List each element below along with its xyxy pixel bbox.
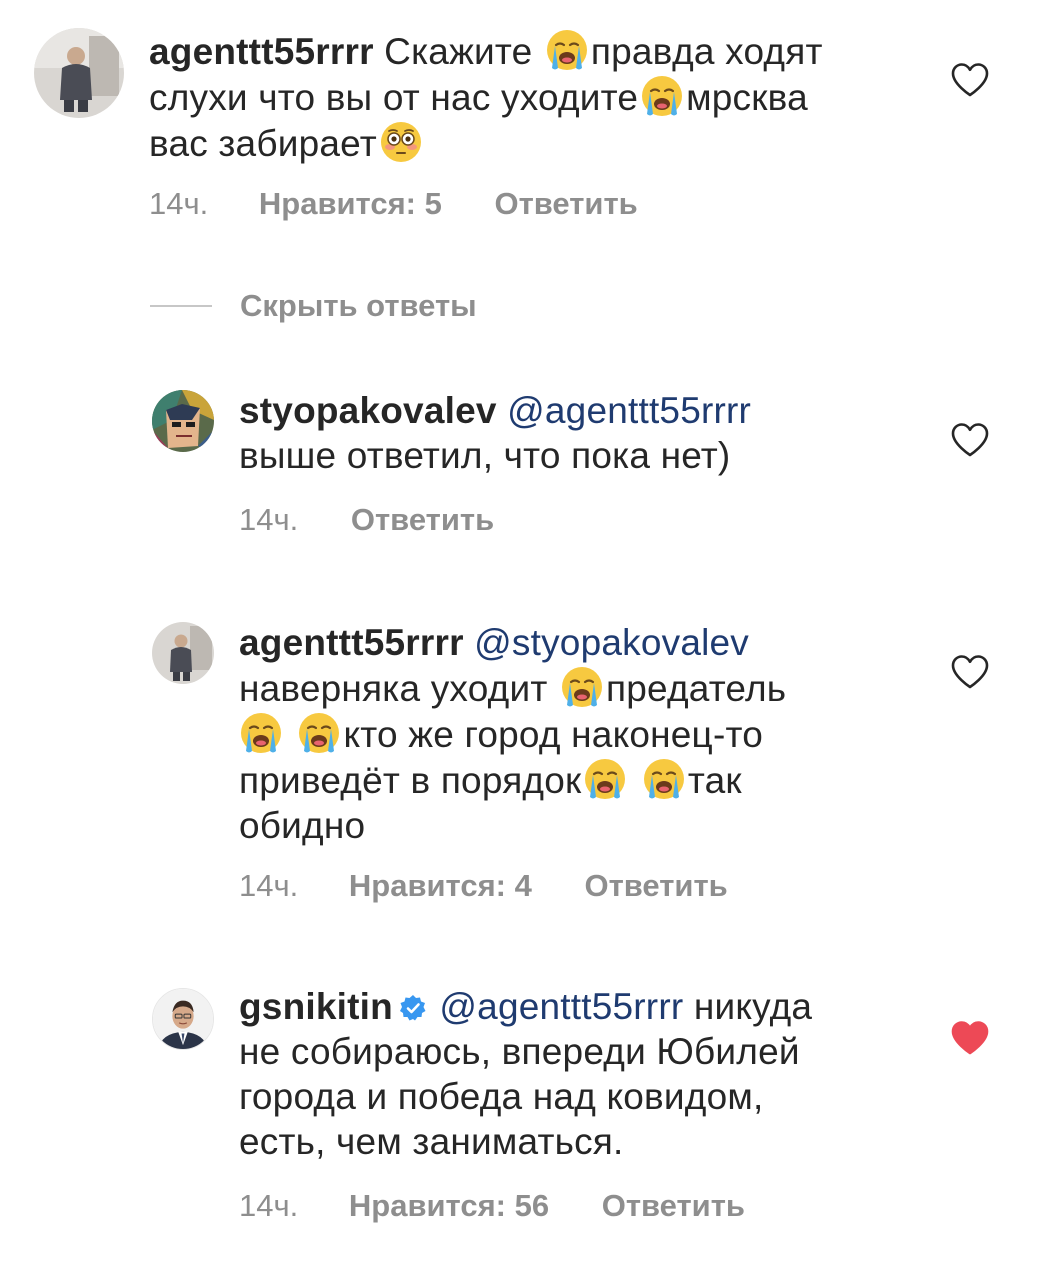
- comment-likes-count[interactable]: Нравится: 56: [349, 1188, 549, 1224]
- comment-text-segment: города и победа над ковидом,: [239, 1076, 764, 1117]
- avatar[interactable]: [34, 28, 124, 118]
- comment-meta: 14ч. Нравится: 4 Ответить: [239, 868, 728, 904]
- comment-time: 14ч.: [149, 186, 209, 221]
- comment-time: 14ч.: [239, 868, 299, 903]
- comment-username[interactable]: styopakovalev: [239, 390, 497, 431]
- comment-text-segment: наверняка уходит: [239, 668, 558, 709]
- comment-likes-count[interactable]: Нравится: 4: [349, 868, 532, 904]
- divider: [150, 305, 212, 307]
- comment-time: 14ч.: [239, 502, 299, 537]
- comment-meta: 14ч. Нравится: 5 Ответить: [149, 186, 638, 222]
- comment-text-segment: так: [687, 760, 742, 801]
- mention-link[interactable]: @agenttt55rrrr: [439, 986, 683, 1027]
- mention-link[interactable]: @agenttt55rrrr: [507, 390, 751, 431]
- flushed-face-emoji: [379, 120, 423, 164]
- comment-text-segment: мрсква: [686, 77, 808, 118]
- comment-username[interactable]: gsnikitin: [239, 986, 393, 1027]
- comment-text-segment: обидно: [239, 805, 366, 846]
- comment-username[interactable]: agenttt55rrrr: [239, 622, 464, 663]
- loudly-crying-face-emoji: [297, 711, 341, 755]
- loudly-crying-face-emoji: [239, 711, 283, 755]
- heart-icon[interactable]: [950, 422, 990, 458]
- loudly-crying-face-emoji: [545, 28, 589, 72]
- heart-icon[interactable]: [950, 654, 990, 690]
- hide-replies-label: Скрыть ответы: [240, 288, 477, 323]
- reply-button[interactable]: Ответить: [602, 1188, 745, 1224]
- reply-button[interactable]: Ответить: [494, 186, 637, 222]
- comment-text-segment: предатель: [605, 668, 787, 709]
- comment-text-segment: не собираюсь, впереди Юбилей: [239, 1031, 800, 1072]
- loudly-crying-face-emoji: [583, 757, 627, 801]
- comment-meta: 14ч. Ответить: [239, 502, 494, 538]
- avatar[interactable]: [152, 622, 214, 684]
- loudly-crying-face-emoji: [642, 757, 686, 801]
- avatar[interactable]: [152, 988, 214, 1050]
- comment-text-segment: Скажите: [384, 31, 543, 72]
- loudly-crying-face-emoji: [560, 665, 604, 709]
- mention-link[interactable]: @styopakovalev: [474, 622, 749, 663]
- comment-text-segment: кто же город наконец-то: [343, 714, 763, 755]
- verified-badge-icon: [399, 987, 427, 1015]
- comment-text-segment: слухи что вы от нас уходите: [149, 77, 639, 118]
- comment-time: 14ч.: [239, 1188, 299, 1223]
- comment-text-segment: никуда: [683, 986, 813, 1027]
- comment-text: gsnikitin @agenttt55rrrr никуда не собир…: [239, 984, 812, 1164]
- heart-filled-icon[interactable]: [950, 1020, 990, 1056]
- comment-meta: 14ч. Нравится: 56 Ответить: [239, 1188, 745, 1224]
- avatar[interactable]: [152, 390, 214, 452]
- heart-icon[interactable]: [950, 62, 990, 98]
- comment-username[interactable]: agenttt55rrrr: [149, 31, 374, 72]
- comment-text: agenttt55rrrr Скажите правда ходят слухи…: [149, 28, 823, 166]
- hide-replies-toggle[interactable]: Скрыть ответы: [150, 286, 477, 326]
- comment-text-segment: правда ходят: [590, 31, 823, 72]
- loudly-crying-face-emoji: [640, 74, 684, 118]
- comment-likes-count[interactable]: Нравится: 5: [259, 186, 442, 222]
- comment-text-segment: выше ответил, что пока нет): [239, 435, 731, 476]
- reply-button[interactable]: Ответить: [584, 868, 727, 904]
- comment-text: styopakovalev @agenttt55rrrr выше ответи…: [239, 388, 751, 478]
- reply-button[interactable]: Ответить: [351, 502, 494, 538]
- comment-text-segment: приведёт в порядок: [239, 760, 582, 801]
- comment-text: agenttt55rrrr @styopakovalev наверняка у…: [239, 620, 786, 848]
- comment-text-segment: вас забирает: [149, 123, 377, 164]
- comment-text-segment: есть, чем заниматься.: [239, 1121, 624, 1162]
